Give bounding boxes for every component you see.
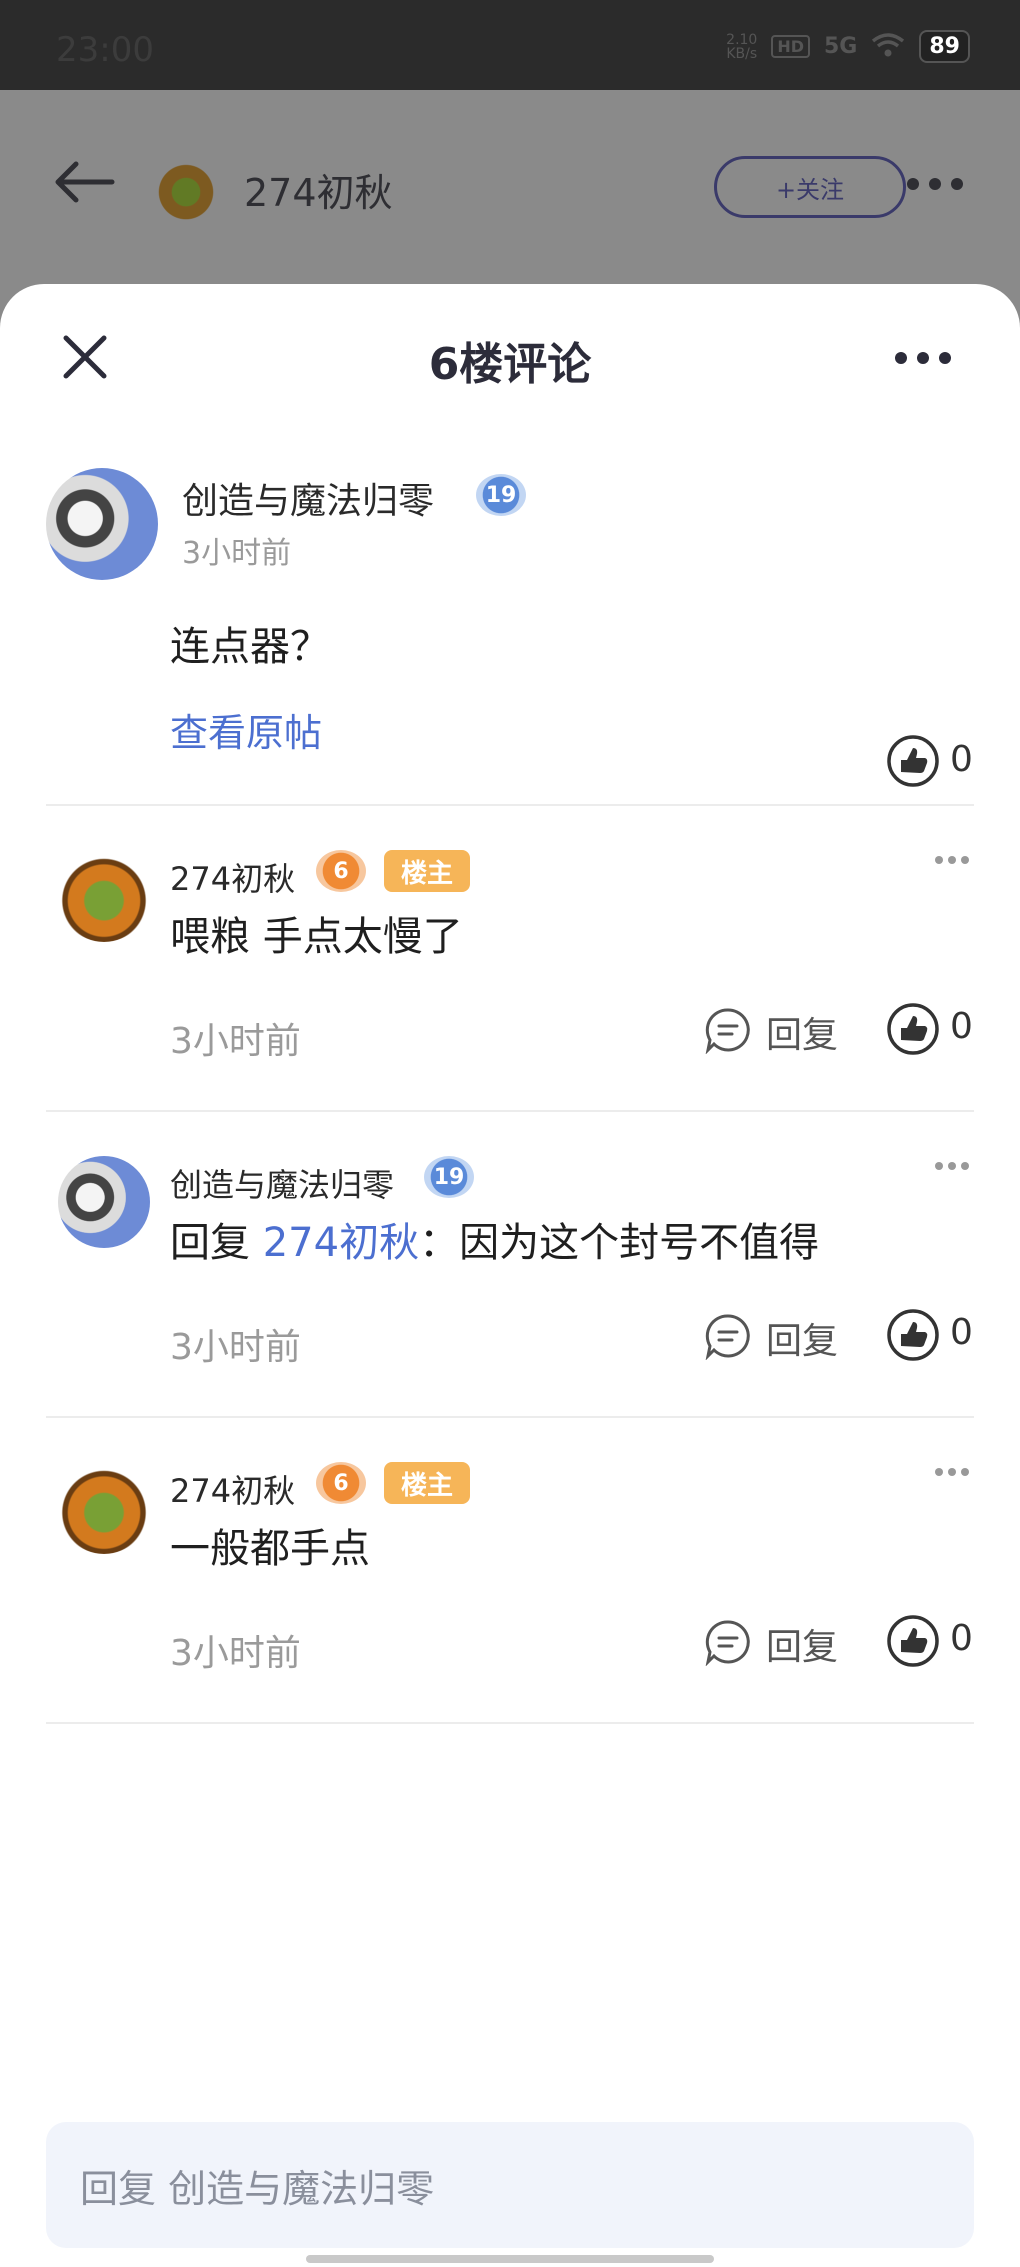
level-badge-icon: 19 [476,474,526,516]
reply-prefix: 回复 [170,1220,263,1266]
follow-button[interactable]: +关注 [714,156,906,218]
avatar[interactable] [46,468,158,580]
reply-bubble-icon[interactable] [704,1312,752,1364]
main-post-time: 3小时前 [182,536,292,571]
main-post-like-count: 0 [950,739,973,780]
reply-time: 3小时前 [170,1633,301,1674]
more-icon[interactable] [893,350,953,370]
home-indicator [306,2255,714,2263]
reply-author[interactable]: 创造与魔法归零 [170,1160,394,1206]
reply-like-count: 0 [950,1006,973,1047]
header-more-icon[interactable] [905,176,965,196]
owner-badge: 楼主 [384,1462,470,1504]
view-original-link[interactable]: 查看原帖 [170,702,322,757]
reply-author[interactable]: 274初秋 [170,1466,295,1512]
like-icon[interactable] [886,1614,940,1672]
reply-time: 3小时前 [170,1021,301,1062]
avatar[interactable] [58,1462,150,1554]
reply-time: 3小时前 [170,1327,301,1368]
header-user-name[interactable]: 274初秋 [244,162,393,217]
reply-like-count: 0 [950,1312,973,1353]
reply-more-icon[interactable] [934,1156,970,1175]
reply-content: 喂粮 手点太慢了 [170,914,463,960]
main-post-author[interactable]: 创造与魔法归零 [182,472,434,524]
like-icon[interactable] [886,734,940,792]
net-speed-value: 2.10 [726,31,758,48]
reply-content: 一般都手点 [170,1526,370,1572]
status-time: 23:00 [56,30,154,70]
comment-sheet: 6楼评论 创造与魔法归零 19 3小时前 连点器？ 查看原帖 0 274初秋 6… [0,284,1020,2267]
like-icon[interactable] [886,1002,940,1060]
avatar[interactable] [58,850,150,942]
reply-like-count: 0 [950,1618,973,1659]
net-speed-unit: KB/s [726,45,758,62]
divider [46,1722,974,1724]
back-arrow-icon[interactable] [52,160,116,208]
hd-icon: HD [771,35,810,58]
status-bar: 23:00 2.10 KB/s HD 5G 89 [0,0,1020,90]
level-badge-icon: 6 [316,1462,366,1504]
reply-button[interactable]: 回复 [766,1006,838,1058]
reply-author[interactable]: 274初秋 [170,854,295,900]
header-avatar[interactable] [155,158,217,220]
level-badge-icon: 19 [424,1156,474,1198]
divider [46,1416,974,1418]
reply-more-icon[interactable] [934,850,970,869]
sheet-title: 6楼评论 [428,339,592,390]
reply-bubble-icon[interactable] [704,1618,752,1670]
reply-input[interactable]: 回复 创造与魔法归零 [46,2122,974,2248]
battery-icon: 89 [919,30,970,63]
reply-content: ：因为这个封号不值得 [419,1220,820,1266]
reply-content-line: 回复 274初秋：因为这个封号不值得 [170,1210,819,1268]
status-icons: 2.10 KB/s HD 5G 89 [726,30,970,63]
divider [46,1110,974,1112]
net-speed: 2.10 KB/s [726,33,757,61]
signal-icon: 5G [824,34,858,59]
reply-button[interactable]: 回复 [766,1618,838,1670]
owner-badge: 楼主 [384,850,470,892]
reply-button[interactable]: 回复 [766,1312,838,1364]
wifi-icon [871,32,905,62]
reply-target-link[interactable]: 274初秋 [263,1220,419,1266]
main-post-content: 连点器？ [170,624,330,670]
level-badge-icon: 6 [316,850,366,892]
divider [46,804,974,806]
like-icon[interactable] [886,1308,940,1366]
avatar[interactable] [58,1156,150,1248]
reply-bubble-icon[interactable] [704,1006,752,1058]
reply-more-icon[interactable] [934,1462,970,1481]
